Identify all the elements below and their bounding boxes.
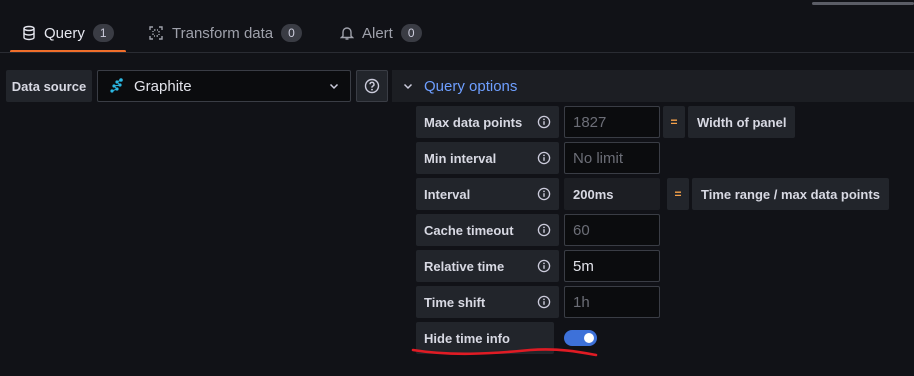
info-icon[interactable] — [537, 259, 551, 273]
row-label-text: Cache timeout — [424, 222, 514, 238]
query-options-header[interactable]: Query options — [392, 70, 914, 102]
row-label-text: Min interval — [424, 150, 497, 166]
relative-time-label: Relative time — [416, 250, 559, 282]
info-icon[interactable] — [537, 295, 551, 309]
row-label-text: Relative time — [424, 258, 505, 274]
min-interval-input[interactable]: No limit — [564, 142, 660, 174]
transform-icon — [148, 25, 164, 41]
min-interval-label: Min interval — [416, 142, 559, 174]
tabs-divider — [0, 52, 914, 53]
tab-query[interactable]: Query 1 — [10, 14, 126, 53]
top-scroll-indicator — [812, 2, 914, 5]
relative-time-input[interactable]: 5m — [564, 250, 660, 282]
interval-note: Time range / max data points — [692, 178, 889, 210]
annotation-underline — [411, 348, 598, 357]
equals-sign: = — [663, 106, 685, 138]
equals-sign: = — [667, 178, 689, 210]
tab-transform-count: 0 — [281, 24, 302, 42]
cache-timeout-input[interactable]: 60 — [564, 214, 660, 246]
query-options-title: Query options — [424, 77, 518, 95]
interval-value: 200ms — [564, 178, 660, 210]
tab-query-label: Query — [44, 24, 85, 42]
tab-query-count: 1 — [92, 24, 114, 42]
info-icon[interactable] — [537, 151, 551, 165]
database-icon — [22, 25, 36, 41]
tab-alert-label: Alert — [362, 24, 393, 42]
row-label-text: Max data points — [424, 114, 523, 130]
info-icon[interactable] — [537, 223, 551, 237]
row-label-text: Time shift — [424, 294, 486, 310]
row-label-text: Interval — [424, 186, 471, 202]
tab-alert-count: 0 — [400, 24, 422, 42]
tab-alert[interactable]: Alert 0 — [340, 14, 422, 52]
bell-icon — [340, 25, 354, 41]
query-editor-tabs: Query 1 Transform data 0 Alert 0 — [0, 14, 914, 54]
time-shift-input[interactable]: 1h — [564, 286, 660, 318]
tab-transform-label: Transform data — [172, 24, 274, 42]
time-shift-label: Time shift — [416, 286, 559, 318]
datasource-selected: Graphite — [134, 77, 192, 95]
info-icon[interactable] — [537, 187, 551, 201]
tab-transform-data[interactable]: Transform data 0 — [148, 14, 302, 52]
interval-label: Interval — [416, 178, 559, 210]
datasource-label: Data source — [6, 70, 92, 102]
cache-timeout-label: Cache timeout — [416, 214, 559, 246]
datasource-picker[interactable]: Graphite — [97, 70, 351, 102]
datasource-help-button[interactable] — [356, 70, 388, 102]
chevron-down-icon — [328, 80, 340, 92]
max-data-points-note: Width of panel — [688, 106, 796, 138]
graphite-icon — [108, 77, 126, 95]
max-data-points-label: Max data points — [416, 106, 559, 138]
chevron-down-icon — [402, 80, 414, 92]
max-data-points-input[interactable]: 1827 — [564, 106, 660, 138]
info-icon[interactable] — [537, 115, 551, 129]
question-circle-icon — [364, 78, 380, 94]
